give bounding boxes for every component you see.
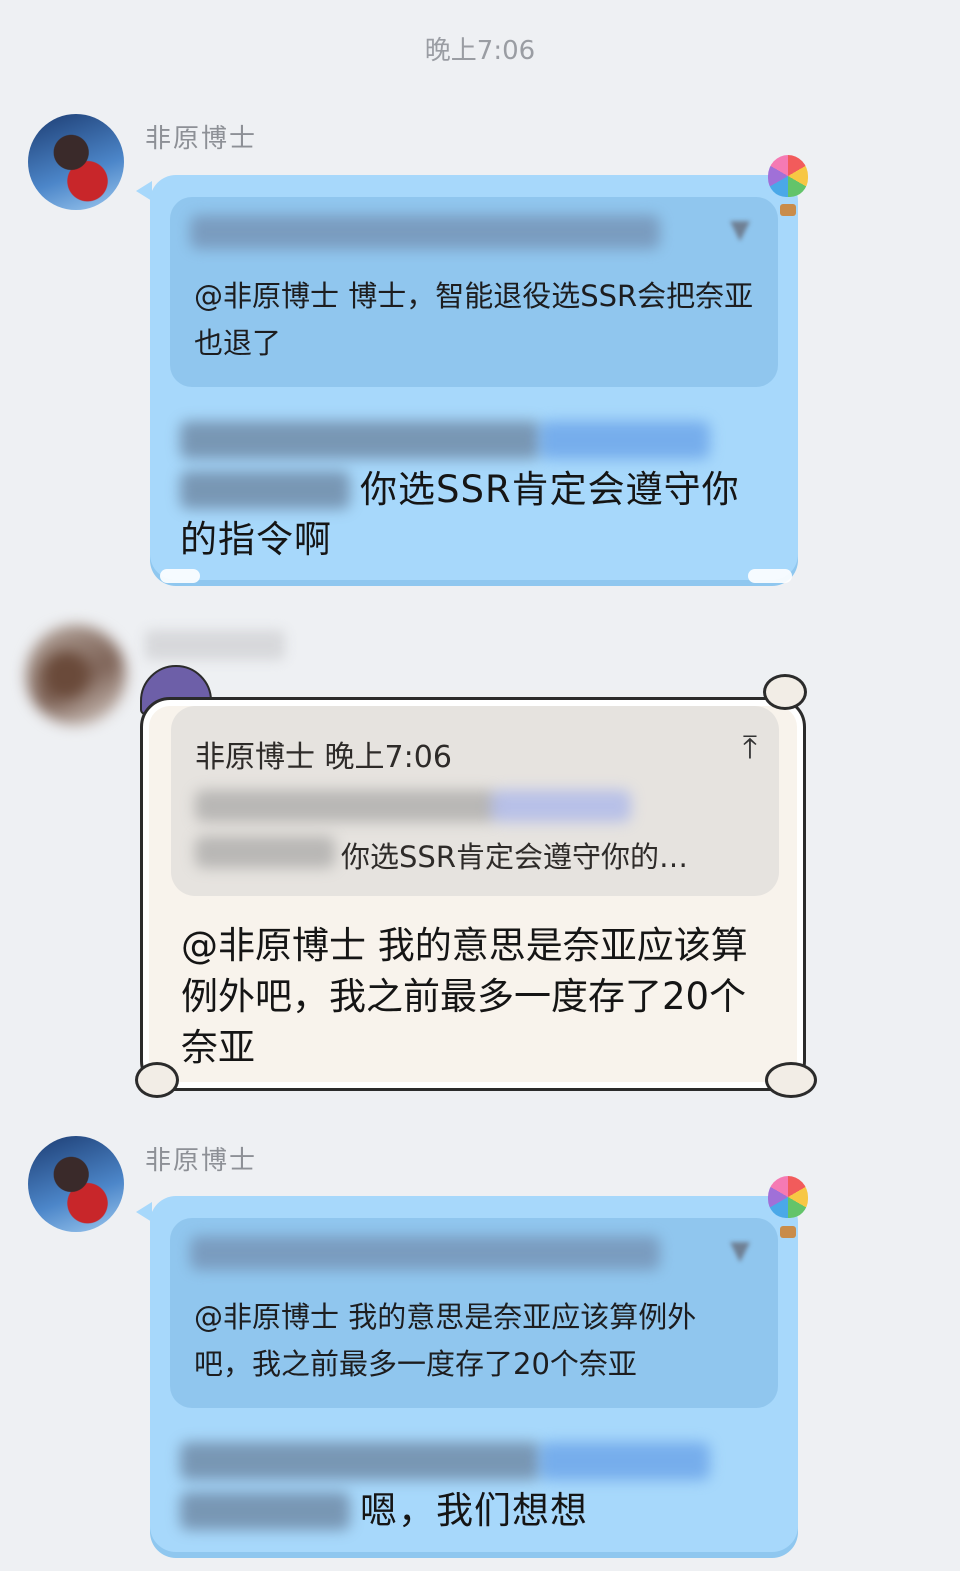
quoted-message[interactable]: ▼ @非原博士 我的意思是奈亚应该算例外吧，我之前最多一度存了20个奈亚	[170, 1218, 778, 1408]
message-text: 嗯，我们想想	[360, 1489, 588, 1532]
corner-decoration	[763, 674, 807, 710]
quote-text: @非原博士 我的意思是奈亚应该算例外吧，我之前最多一度存了20个奈亚	[194, 1300, 697, 1381]
balloon-basket	[780, 1226, 796, 1238]
time-divider: 晚上7:06	[424, 36, 536, 66]
redacted-mention-id	[540, 421, 710, 459]
redacted-mention	[180, 1442, 540, 1480]
arrow-up-to-line-icon[interactable]: ⤒	[743, 728, 757, 767]
message-bubble[interactable]: 非原博士 晚上7:06 ⤒ 你选SSR肯定会遵守你的… @非原博士 我的意思是奈…	[135, 674, 817, 1098]
balloon-basket	[780, 204, 796, 216]
avatar[interactable]	[28, 114, 124, 210]
corner-decoration	[135, 1062, 179, 1098]
hot-air-balloon-icon	[768, 155, 808, 197]
message-text: @非原博士 我的意思是奈亚应该算例外吧，我之前最多一度存了20个奈亚	[181, 924, 748, 1069]
quoted-message[interactable]: 非原博士 晚上7:06 ⤒ 你选SSR肯定会遵守你的…	[171, 706, 779, 896]
hot-air-balloon-icon	[768, 1176, 808, 1218]
chevron-down-icon[interactable]: ▼	[730, 1236, 750, 1266]
message-bubble[interactable]: ▼ @非原博士 博士，智能退役选SSR会把奈亚也退了 你选SSR肯定会遵守你的指…	[136, 175, 798, 583]
redacted-tag	[195, 836, 335, 868]
sender-name: 非原博士	[145, 1146, 258, 1176]
sender-name-redacted	[145, 630, 285, 660]
redacted-mention	[195, 790, 495, 822]
quote-text: 你选SSR肯定会遵守你的…	[341, 840, 688, 874]
redacted-mention	[180, 421, 540, 459]
redacted-tag	[180, 1492, 350, 1530]
sender-name: 非原博士	[145, 124, 258, 154]
avatar[interactable]	[26, 625, 126, 725]
quoted-message[interactable]: ▼ @非原博士 博士，智能退役选SSR会把奈亚也退了	[170, 197, 778, 387]
avatar[interactable]	[28, 1136, 124, 1232]
message-text: 你选SSR肯定会遵守你的指令啊	[180, 468, 740, 561]
corner-decoration	[765, 1062, 817, 1098]
message-bubble[interactable]: ▼ @非原博士 我的意思是奈亚应该算例外吧，我之前最多一度存了20个奈亚 嗯，我…	[136, 1196, 798, 1552]
chevron-down-icon[interactable]: ▼	[730, 215, 750, 245]
quote-header: 非原博士 晚上7:06	[195, 740, 452, 775]
redacted-quote-header	[190, 215, 660, 249]
redacted-quote-header	[190, 1236, 660, 1270]
cloud-decoration	[160, 569, 200, 583]
cloud-decoration	[748, 569, 792, 583]
redacted-mention-id	[491, 790, 631, 822]
quote-text: @非原博士 博士，智能退役选SSR会把奈亚也退了	[194, 279, 754, 360]
redacted-mention-id	[540, 1442, 710, 1480]
